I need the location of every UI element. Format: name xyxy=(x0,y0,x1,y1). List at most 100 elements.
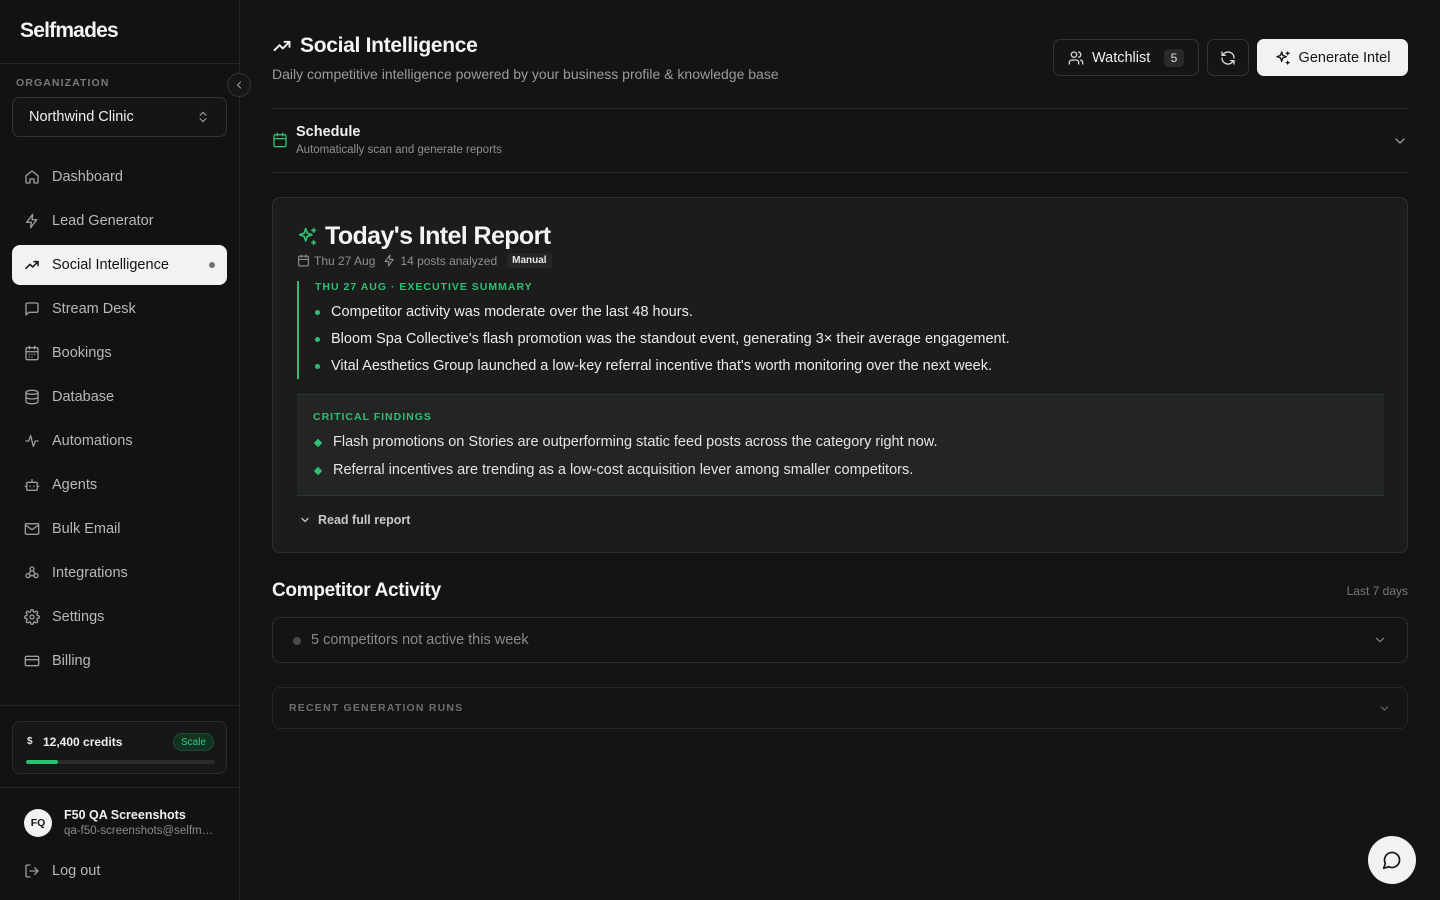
logout-label: Log out xyxy=(52,863,101,879)
bolt-icon xyxy=(383,254,396,267)
status-dot xyxy=(293,637,301,645)
refresh-icon xyxy=(1220,50,1236,66)
user-profile[interactable]: FQ F50 QA Screenshots qa-f50-screenshots… xyxy=(24,808,224,840)
critical-findings-list: Flash promotions on Stories are outperfo… xyxy=(313,434,1368,490)
organization-select[interactable]: Northwind Clinic xyxy=(12,97,227,137)
sidebar-divider xyxy=(0,787,239,788)
app-logo[interactable]: Selfmades xyxy=(20,19,119,43)
sidebar-item-label: Social Intelligence xyxy=(52,257,169,273)
sidebar-item-label: Bulk Email xyxy=(52,521,121,537)
chevron-down-icon xyxy=(1378,702,1391,715)
inactive-competitors-text: 5 competitors not active this week xyxy=(311,632,529,648)
watchlist-label: Watchlist xyxy=(1092,49,1151,66)
avatar: FQ xyxy=(24,809,52,837)
sparkles-icon xyxy=(297,226,318,247)
sidebar-item-billing[interactable]: Billing xyxy=(12,641,227,681)
watchlist-button[interactable]: Watchlist 5 xyxy=(1053,39,1199,76)
finding-text: Referral incentives are trending as a lo… xyxy=(333,462,914,478)
sidebar-item-social-intelligence[interactable]: Social Intelligence xyxy=(12,245,227,285)
sidebar-item-label: Stream Desk xyxy=(52,301,136,317)
users-icon xyxy=(1068,50,1084,66)
sidebar-item-label: Bookings xyxy=(52,345,112,361)
summary-text: Vital Aesthetics Group launched a low-ke… xyxy=(331,358,992,374)
plan-badge: Scale xyxy=(172,733,214,751)
sidebar-item-label: Agents xyxy=(52,477,98,493)
read-full-report-button[interactable]: Read full report xyxy=(299,513,410,527)
finding-text: Flash promotions on Stories are outperfo… xyxy=(333,434,938,450)
sidebar-item-label: Dashboard xyxy=(52,169,123,185)
sidebar-item-lead-generator[interactable]: Lead Generator xyxy=(12,201,227,241)
credits-amount: 12,400 credits xyxy=(43,735,123,749)
generate-intel-button[interactable]: Generate Intel xyxy=(1257,39,1408,76)
database-icon xyxy=(24,389,40,405)
schedule-subtitle: Automatically scan and generate reports xyxy=(296,144,502,156)
collapse-sidebar-button[interactable] xyxy=(227,73,251,97)
sidebar-item-agents[interactable]: Agents xyxy=(12,465,227,505)
executive-summary: THU 27 AUG · EXECUTIVE SUMMARY Competito… xyxy=(297,281,1077,379)
sidebar-item-settings[interactable]: Settings xyxy=(12,597,227,637)
organization-label: ORGANIZATION xyxy=(16,77,110,89)
credits-card[interactable]: $ 12,400 credits Scale xyxy=(12,721,227,774)
main-content: Social Intelligence Daily competitive in… xyxy=(272,0,1408,900)
active-indicator-dot xyxy=(209,262,215,268)
log-out-icon xyxy=(24,863,40,879)
recent-generation-runs-label: RECENT GENERATION RUNS xyxy=(289,702,464,714)
watchlist-count-badge: 5 xyxy=(1164,48,1184,67)
diamond-bullet xyxy=(313,466,323,476)
competitor-activity-title: Competitor Activity xyxy=(272,580,441,601)
recent-generation-runs-panel[interactable]: RECENT GENERATION RUNS xyxy=(272,687,1408,729)
sidebar-item-stream-desk[interactable]: Stream Desk xyxy=(12,289,227,329)
report-title: Today's Intel Report xyxy=(325,222,551,250)
executive-summary-label: THU 27 AUG · EXECUTIVE SUMMARY xyxy=(315,281,533,293)
list-item: Competitor activity was moderate over th… xyxy=(315,304,1077,331)
calendar-icon xyxy=(24,345,40,361)
sidebar-nav: Dashboard Lead Generator Social Intellig… xyxy=(12,157,227,685)
generate-intel-label: Generate Intel xyxy=(1298,49,1391,66)
intel-report-card: Today's Intel Report Thu 27 Aug 14 posts… xyxy=(272,197,1408,553)
mail-icon xyxy=(24,521,40,537)
integrations-icon xyxy=(24,565,40,581)
list-item: Vital Aesthetics Group launched a low-ke… xyxy=(315,358,1077,385)
bolt-icon xyxy=(24,213,40,229)
credits-currency: $ xyxy=(27,736,33,747)
sidebar-item-integrations[interactable]: Integrations xyxy=(12,553,227,593)
chat-support-button[interactable] xyxy=(1368,836,1416,884)
sidebar-divider xyxy=(0,63,239,64)
trending-up-icon xyxy=(272,36,292,56)
home-icon xyxy=(24,169,40,185)
gear-icon xyxy=(24,609,40,625)
page-header: Social Intelligence xyxy=(272,34,478,58)
user-email: qa-f50-screenshots@selfmades xyxy=(64,825,214,837)
chevrons-up-down-icon xyxy=(196,110,210,124)
sidebar-item-label: Lead Generator xyxy=(52,213,154,229)
sidebar-item-database[interactable]: Database xyxy=(12,377,227,417)
logout-button[interactable]: Log out xyxy=(24,860,100,882)
sidebar-item-automations[interactable]: Automations xyxy=(12,421,227,461)
posts-analyzed: 14 posts analyzed xyxy=(400,253,498,268)
schedule-title: Schedule xyxy=(296,124,361,140)
chevron-down-icon xyxy=(1373,633,1387,647)
bot-icon xyxy=(24,477,40,493)
competitor-activity-range: Last 7 days xyxy=(1346,584,1408,598)
page-subtitle: Daily competitive intelligence powered b… xyxy=(272,66,779,82)
inactive-competitors-panel[interactable]: 5 competitors not active this week xyxy=(272,617,1408,663)
schedule-panel[interactable]: Schedule Automatically scan and generate… xyxy=(272,108,1408,173)
chevron-left-icon xyxy=(233,79,245,91)
report-header: Today's Intel Report xyxy=(297,222,551,251)
organization-name: Northwind Clinic xyxy=(29,109,134,125)
credit-card-icon xyxy=(24,653,40,669)
summary-text: Bloom Spa Collective's flash promotion w… xyxy=(331,331,1010,347)
refresh-button[interactable] xyxy=(1207,39,1249,76)
sidebar-item-bookings[interactable]: Bookings xyxy=(12,333,227,373)
sidebar-item-dashboard[interactable]: Dashboard xyxy=(12,157,227,197)
chevron-down-icon[interactable] xyxy=(1392,133,1408,149)
critical-findings-label: CRITICAL FINDINGS xyxy=(313,411,432,423)
sidebar-item-bulk-email[interactable]: Bulk Email xyxy=(12,509,227,549)
diamond-bullet xyxy=(313,438,323,448)
list-item: Flash promotions on Stories are outperfo… xyxy=(313,434,1368,462)
sidebar-item-label: Settings xyxy=(52,609,105,625)
critical-findings: CRITICAL FINDINGS Flash promotions on St… xyxy=(297,394,1384,496)
calendar-icon xyxy=(272,132,288,148)
sidebar-item-label: Integrations xyxy=(52,565,128,581)
sidebar: Selfmades ORGANIZATION Northwind Clinic … xyxy=(0,0,251,900)
